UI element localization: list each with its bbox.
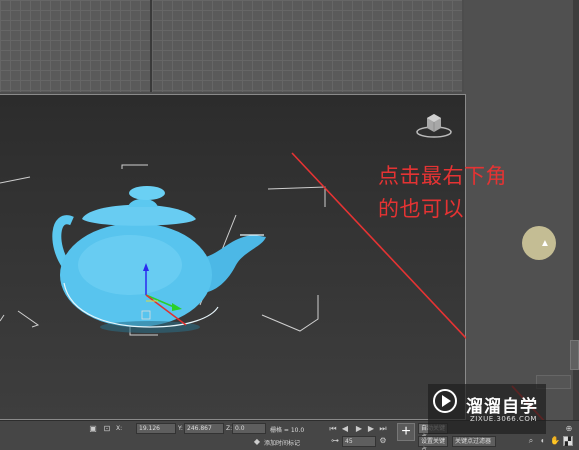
zoom-icon[interactable]: ⌕ bbox=[526, 436, 536, 446]
key-mode-icon[interactable]: ⊶ bbox=[330, 436, 340, 446]
set-key-mode-button[interactable]: 设置关键点 bbox=[418, 436, 448, 450]
z-coordinate-field[interactable]: 0.0 bbox=[232, 423, 266, 434]
next-frame-icon[interactable]: ▶ bbox=[366, 424, 376, 434]
lock-icon[interactable]: ▣ bbox=[88, 424, 98, 434]
current-frame-field[interactable]: 45 bbox=[342, 436, 376, 447]
absolute-mode-icon[interactable]: ⊡ bbox=[102, 424, 112, 434]
3ds-max-workspace: 点击最右下角 的也可以 ▲ ▣ ⊡ X: 19.126 Y: 246.867 Z… bbox=[0, 0, 579, 450]
go-to-end-icon[interactable]: ⏭ bbox=[378, 424, 388, 434]
previous-frame-icon[interactable]: ◀ bbox=[340, 424, 350, 434]
annotation-text: 点击最右下角 的也可以 bbox=[378, 160, 538, 226]
orbit-icon[interactable]: ◐ bbox=[538, 436, 548, 446]
cursor-icon: ▲ bbox=[540, 238, 550, 249]
pan-icon[interactable]: ✋ bbox=[550, 436, 560, 446]
watermark-logo-icon bbox=[433, 389, 457, 413]
time-config-icon[interactable]: ⚙ bbox=[378, 436, 388, 446]
add-time-tag-button[interactable]: 添加时间标记 bbox=[264, 438, 300, 447]
x-label: X: bbox=[116, 425, 123, 432]
grid-size: 栅格 = 10.0 bbox=[270, 427, 305, 434]
go-to-start-icon[interactable]: ⏮ bbox=[328, 424, 338, 434]
annotation-line-1: 点击最右下角 bbox=[378, 164, 507, 188]
cursor-highlight bbox=[522, 226, 556, 260]
x-coordinate-field[interactable]: 19.126 bbox=[136, 423, 176, 434]
y-coordinate-field[interactable]: 246.867 bbox=[184, 423, 224, 434]
zoom-extents-icon[interactable]: ⊕ bbox=[564, 424, 574, 434]
watermark-title: 溜溜自学 bbox=[466, 397, 538, 417]
watermark-url: ZIXUE.3066.COM bbox=[470, 415, 537, 423]
key-filters-button[interactable]: 关键点过滤器 bbox=[452, 436, 496, 447]
set-key-button[interactable]: + bbox=[397, 423, 415, 441]
viewcube-icon[interactable] bbox=[415, 112, 453, 140]
maximize-viewport-icon[interactable]: ▞ bbox=[563, 436, 573, 446]
time-tag-icon[interactable]: ◆ bbox=[252, 437, 262, 447]
annotation-line-2: 的也可以 bbox=[378, 197, 464, 221]
play-icon[interactable]: ▶ bbox=[354, 424, 364, 434]
y-label: Y: bbox=[178, 425, 183, 432]
